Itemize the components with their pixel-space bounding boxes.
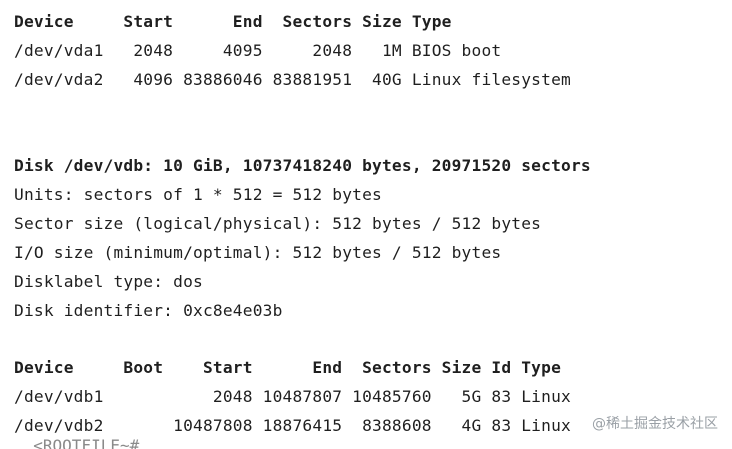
- vdb-sector-size-line: Sector size (logical/physical): 512 byte…: [14, 214, 542, 233]
- partial-command-line: <ROOTFILE~#: [14, 436, 140, 449]
- vda2-row: /dev/vda2 4096 83886046 83881951 40G Lin…: [14, 70, 571, 89]
- vda-table-header: Device Start End Sectors Size Type: [14, 12, 452, 31]
- site-watermark: @稀土掘金技术社区: [590, 415, 720, 433]
- vda1-row: /dev/vda1 2048 4095 2048 1M BIOS boot: [14, 41, 502, 60]
- vdb-table-header: Device Boot Start End Sectors Size Id Ty…: [14, 358, 562, 377]
- vdb-units-line: Units: sectors of 1 * 512 = 512 bytes: [14, 185, 382, 204]
- vdb1-row: /dev/vdb1 2048 10487807 10485760 5G 83 L…: [14, 387, 571, 406]
- terminal-window[interactable]: Device Start End Sectors Size Type /dev/…: [0, 0, 732, 449]
- vdb2-row: /dev/vdb2 10487808 18876415 8388608 4G 8…: [14, 416, 571, 435]
- vdb-io-size-line: I/O size (minimum/optimal): 512 bytes / …: [14, 243, 502, 262]
- vdb-disklabel-line: Disklabel type: dos: [14, 272, 203, 291]
- vdb-disk-line: Disk /dev/vdb: 10 GiB, 10737418240 bytes…: [14, 156, 591, 175]
- vdb-identifier-line: Disk identifier: 0xc8e4e03b: [14, 301, 283, 320]
